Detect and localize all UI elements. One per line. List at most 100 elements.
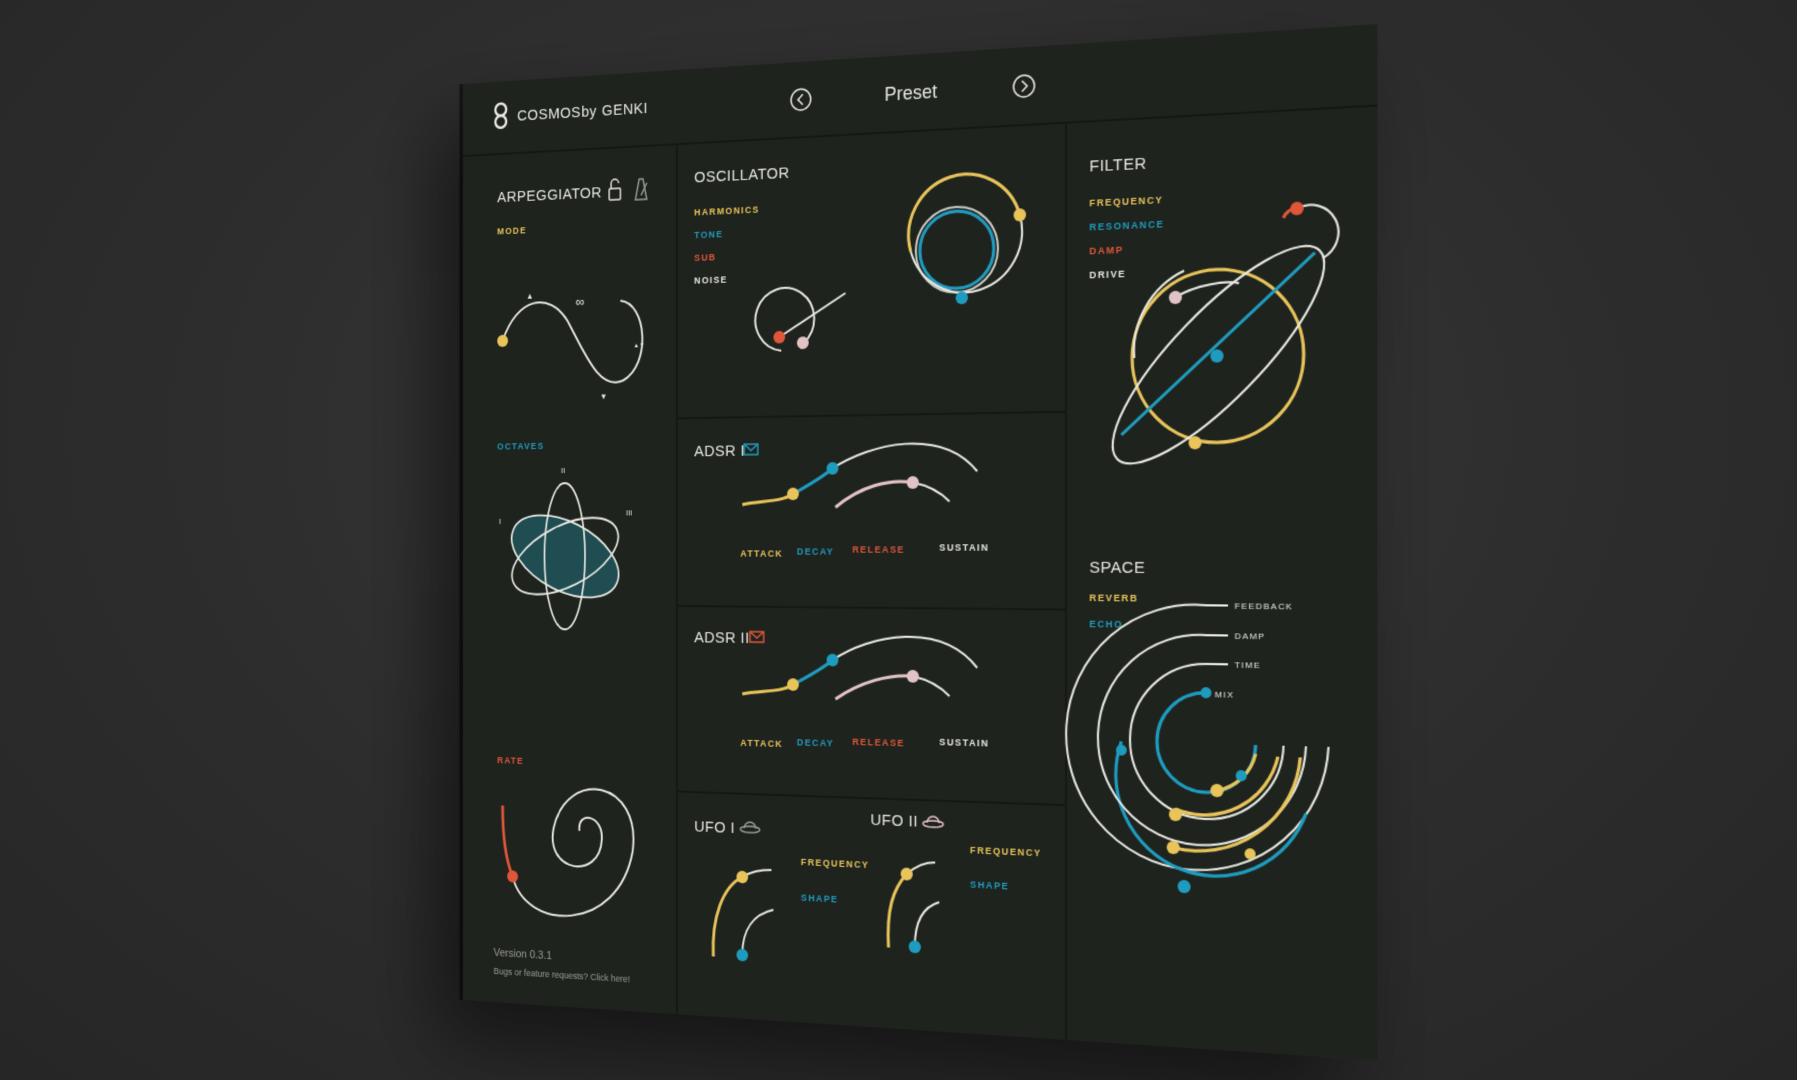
rate-knob[interactable] [503,786,634,920]
lock-icon[interactable] [609,179,620,200]
filter-param-drive[interactable]: DRIVE [1089,268,1126,280]
ufo2-section: UFO II FREQUENCY SHAPE [870,812,1042,961]
app-by: by [581,103,597,121]
filter-param-frequency[interactable]: FREQUENCY [1089,194,1163,209]
space-reverb-handle[interactable] [1210,783,1224,798]
ufo-icon[interactable] [923,816,943,827]
filter-param-resonance[interactable]: RESONANCE [1089,218,1164,232]
space-section: SPACE REVERB ECHO FEEDBACK DAMP TIME MIX [1066,559,1328,900]
ufo1-frequency-handle[interactable] [736,870,749,884]
adsr1-section: ADSR I ATTACK DECAY RELEASE SUSTAIN [694,440,989,559]
octave-mark-3: III [626,508,632,517]
ufo1-shape-handle[interactable] [736,948,749,962]
mode-symbol-up: ▲ [526,291,533,301]
filter-control[interactable] [1087,199,1351,490]
adsr1-attack-handle[interactable] [787,487,799,501]
space-rings[interactable] [1066,604,1328,900]
osc-param-noise[interactable]: NOISE [694,274,728,286]
chevron-right-icon [1022,81,1027,92]
metronome-icon[interactable] [635,179,646,200]
preset-prev-button[interactable] [791,88,811,110]
rate-handle[interactable] [507,870,519,883]
ufo2-frequency[interactable]: FREQUENCY [970,845,1042,859]
space-mix-handle[interactable] [1200,687,1212,699]
ufo1-frequency[interactable]: FREQUENCY [801,856,870,870]
osc-param-tone[interactable]: TONE [694,229,723,241]
adsr1-sustain: SUSTAIN [939,542,989,553]
osc-param-harmonics[interactable]: HARMONICS [694,204,760,218]
osc-param-sub[interactable]: SUB [694,252,716,263]
harmonics-handle[interactable] [1013,208,1027,222]
mode-symbol-random: ∞ [576,295,585,310]
octaves-selector[interactable]: I II III [499,465,632,630]
adsr1-attack: ATTACK [740,548,783,559]
adsr2-attack: ATTACK [740,737,783,749]
adsr2-title: ADSR II [694,630,750,648]
filter-damp-handle[interactable] [1290,201,1304,216]
ufo1-knobs[interactable] [713,867,773,963]
space-outer-handle[interactable] [1244,848,1256,860]
adsr2-curve[interactable] [742,635,977,703]
mode-symbol-down: ▼ [600,392,607,402]
space-ring-time: TIME [1235,660,1261,671]
octave-mark-2: II [561,466,565,475]
adsr2-release-handle[interactable] [906,669,919,683]
adsr1-decay-handle[interactable] [826,462,839,475]
adsr2-section: ADSR II ATTACK DECAY RELEASE SUSTAIN [694,630,989,749]
oscillator-section: OSCILLATOR HARMONICS TONE SUB NOISE [694,165,1027,353]
ufo1-shape[interactable]: SHAPE [801,892,839,905]
preset-label[interactable]: Preset [884,80,937,105]
space-ring-damp: DAMP [1235,631,1266,642]
space-title: SPACE [1089,559,1145,577]
preset-next-button[interactable] [1014,75,1035,98]
mode-symbol-updown: ▲▼ [634,343,645,350]
filter-section: FILTER FREQUENCY RESONANCE DAMP DRIVE [1087,155,1351,490]
ufo2-knobs[interactable] [888,860,939,954]
adsr2-decay: DECAY [797,737,834,749]
ufo2-shape[interactable]: SHAPE [970,879,1009,892]
space-param-reverb[interactable]: REVERB [1089,592,1138,604]
octaves-label: OCTAVES [497,441,544,452]
mode-label: MODE [497,225,527,237]
version-text: Version 0.3.1 [494,947,552,963]
adsr1-curve[interactable] [742,443,977,508]
space-feedback-handle[interactable] [1177,879,1191,894]
adsr1-decay: DECAY [797,546,834,557]
ufo1-title: UFO I [694,819,735,838]
sub-handle[interactable] [773,330,786,344]
octave-mark-1: I [499,517,501,526]
space-ring-mix: MIX [1215,689,1235,700]
adsr2-sustain: SUSTAIN [939,736,989,748]
space-ring-feedback: FEEDBACK [1235,601,1294,612]
ufo2-title: UFO II [870,812,918,831]
space-param-echo[interactable]: ECHO [1089,618,1123,630]
oscillator-title: OSCILLATOR [694,165,789,187]
mode-selector[interactable]: ▲ ∞ ▼ ▲▼ [497,287,645,403]
adsr2-attack-handle[interactable] [787,678,799,691]
envelope-icon[interactable] [750,632,764,643]
adsr1-title: ADSR I [694,443,745,461]
envelope-icon[interactable] [744,444,758,455]
arpeggiator-section: ARPEGGIATOR MODE ▲ ∞ ▼ ▲▼ OCTAVES I II I… [494,178,647,985]
ufo2-shape-handle[interactable] [908,940,921,954]
app-brand: GENKI [602,100,648,120]
header: COSMOS by GENKI Preset [495,70,1034,128]
adsr1-release-handle[interactable] [906,476,919,489]
adsr1-release: RELEASE [852,544,905,555]
chevron-left-icon [798,94,803,105]
oscillator-control[interactable] [755,171,1027,351]
noise-handle[interactable] [796,336,809,350]
plugin-panel: COSMOS by GENKI Preset ARPEGGIATOR MODE … [463,24,1378,1061]
filter-param-damp[interactable]: DAMP [1089,244,1123,257]
ufo1-section: UFO I FREQUENCY SHAPE [694,819,869,969]
feedback-link[interactable]: Bugs or feature requests? Click here! [494,966,631,985]
filter-title: FILTER [1089,155,1146,176]
app-name: COSMOS [517,104,581,124]
filter-drive-handle[interactable] [1168,290,1182,305]
mode-handle[interactable] [497,334,509,348]
rate-label: RATE [497,755,524,766]
adsr2-release: RELEASE [852,736,905,748]
infinity-logo-icon [495,103,506,128]
ufo-icon[interactable] [740,822,759,833]
arpeggiator-title: ARPEGGIATOR [497,185,602,207]
